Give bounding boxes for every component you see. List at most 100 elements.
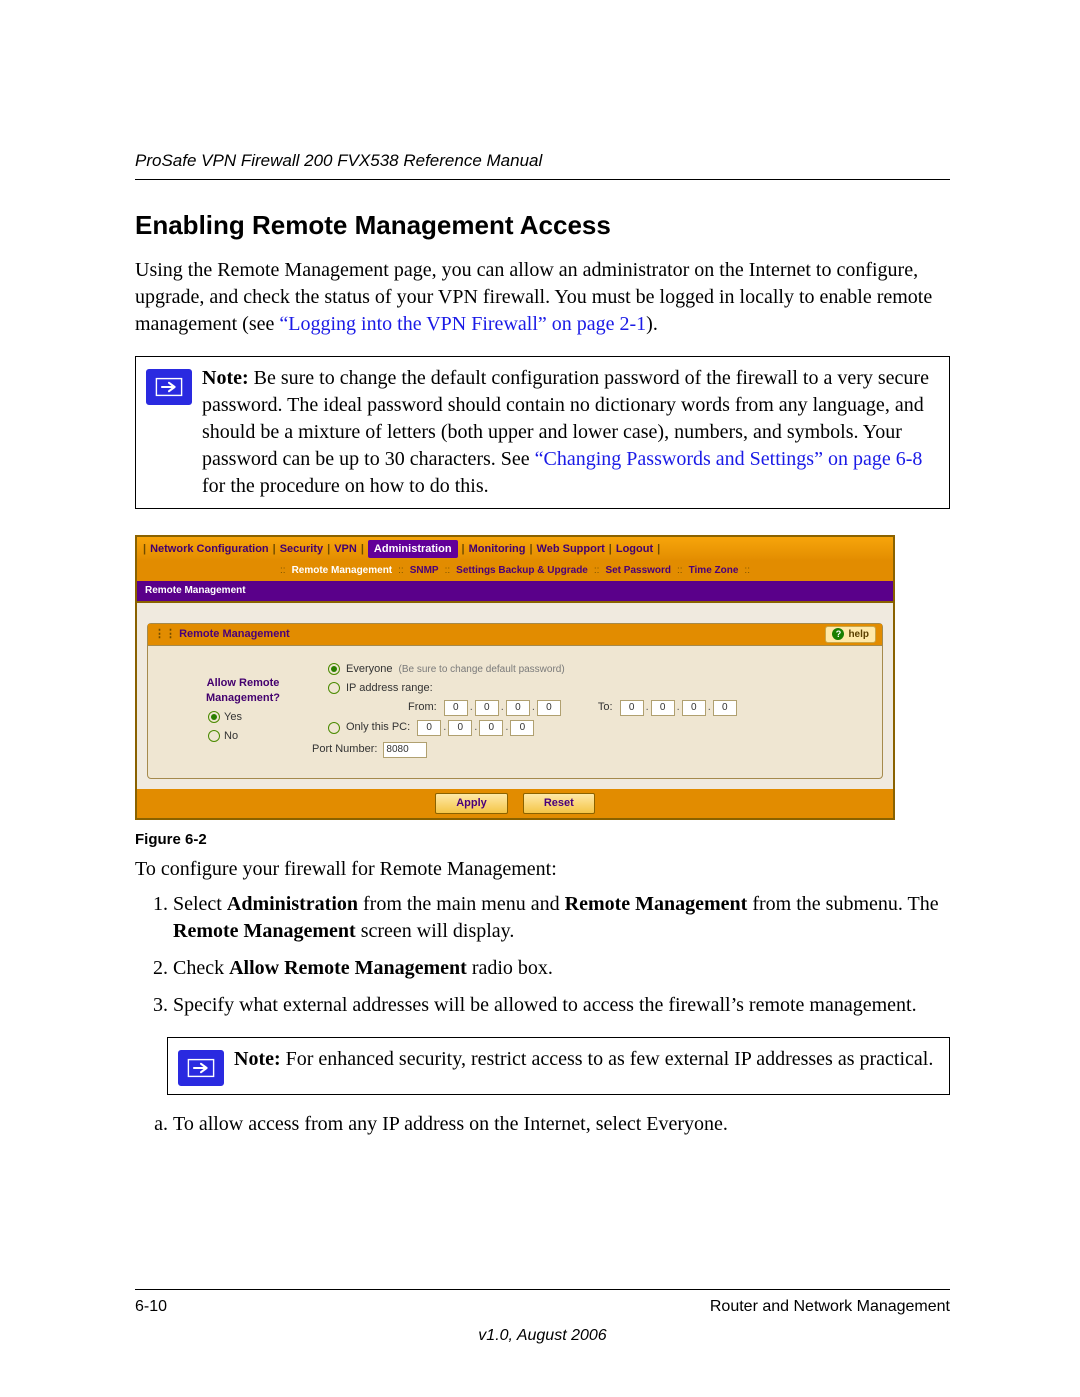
port-label: Port Number: [312, 742, 377, 757]
subtab-remote-management[interactable]: Remote Management [292, 564, 393, 578]
help-button[interactable]: ? help [825, 626, 876, 644]
tab-vpn[interactable]: VPN [334, 542, 357, 557]
tab-administration[interactable]: Administration [368, 540, 458, 559]
section-title: Enabling Remote Management Access [135, 208, 950, 243]
ip-from-1[interactable]: 0 [444, 700, 468, 716]
ip-to-2[interactable]: 0 [651, 700, 675, 716]
note-arrow-icon [146, 369, 192, 405]
note-label: Note: [234, 1048, 281, 1070]
tab-security[interactable]: Security [280, 542, 323, 557]
step1-b3: Remote Management [173, 920, 356, 942]
button-row: Apply Reset [137, 789, 893, 818]
panel-title-text: ⋮⋮ Remote Management [154, 627, 290, 642]
step1-mid2: from the submenu. The [747, 893, 938, 915]
footer-chapter: Router and Network Management [710, 1296, 950, 1318]
port-number-row: Port Number: 8080 [328, 742, 872, 758]
remote-management-panel: ⋮⋮ Remote Management ? help Allow Remote… [147, 623, 883, 779]
panel-area: ⋮⋮ Remote Management ? help Allow Remote… [137, 603, 893, 789]
steps-list: Select Administration from the main menu… [135, 891, 950, 1019]
step-2: Check Allow Remote Management radio box. [173, 955, 950, 982]
opt-range-label: IP address range: [346, 681, 433, 696]
substep-a: To allow access from any IP address on t… [173, 1111, 950, 1138]
access-options: Everyone (Be sure to change default pass… [328, 658, 872, 762]
xref-changing-passwords-link[interactable]: “Changing Passwords and Settings” on pag… [535, 448, 923, 470]
opt-only-pc-row: Only this PC: 0. 0. 0. 0 [328, 720, 872, 736]
opt-only-pc-label: Only this PC: [346, 720, 410, 735]
tab-separator: | [361, 542, 364, 557]
help-icon: ? [832, 628, 844, 640]
opt-everyone-hint: (Be sure to change default password) [398, 663, 564, 677]
breadcrumb: Remote Management [137, 581, 893, 603]
subtab-settings-backup[interactable]: Settings Backup & Upgrade [456, 564, 588, 578]
step1-mid1: from the main menu and [358, 893, 565, 915]
radio-ip-range[interactable] [328, 682, 340, 694]
allow-remote-question: Allow Remote Management? Yes No [158, 658, 328, 762]
step-3: Specify what external addresses will be … [173, 992, 950, 1019]
running-header: ProSafe VPN Firewall 200 FVX538 Referenc… [135, 150, 950, 180]
manual-page: ProSafe VPN Firewall 200 FVX538 Referenc… [0, 0, 1080, 1397]
note-box-security: Note: For enhanced security, restrict ac… [167, 1037, 950, 1095]
panel-body: Allow Remote Management? Yes No Everyone [148, 646, 882, 778]
intro-paragraph: Using the Remote Management page, you ca… [135, 257, 950, 338]
ip-from-3[interactable]: 0 [506, 700, 530, 716]
ip-only-1[interactable]: 0 [417, 720, 441, 736]
subtab-time-zone[interactable]: Time Zone [689, 564, 739, 578]
allow-remote-line1: Allow Remote [158, 676, 328, 691]
note-box-password: Note: Be sure to change the default conf… [135, 356, 950, 509]
substeps-list: To allow access from any IP address on t… [135, 1111, 950, 1138]
radio-no[interactable] [208, 730, 220, 742]
radio-everyone[interactable] [328, 663, 340, 675]
xref-login-link[interactable]: “Logging into the VPN Firewall” on page … [279, 313, 646, 335]
note-arrow-icon [178, 1050, 224, 1086]
tab-separator: | [609, 542, 612, 557]
tab-separator: | [657, 542, 660, 557]
step2-post: radio box. [467, 957, 553, 979]
ip-from-2[interactable]: 0 [475, 700, 499, 716]
ip-to-1[interactable]: 0 [620, 700, 644, 716]
step1-b1: Administration [227, 893, 358, 915]
ip-only-2[interactable]: 0 [448, 720, 472, 736]
ip-to-group: 0. 0. 0. 0 [619, 700, 738, 716]
note-body: For enhanced security, restrict access t… [281, 1048, 934, 1070]
radio-only-pc[interactable] [328, 722, 340, 734]
note-text: Note: For enhanced security, restrict ac… [234, 1046, 939, 1073]
port-input[interactable]: 8080 [383, 742, 427, 758]
tab-separator: | [143, 542, 146, 557]
footer-line: 6-10 Router and Network Management [135, 1289, 950, 1318]
ip-only-3[interactable]: 0 [479, 720, 503, 736]
ip-from-group: 0. 0. 0. 0 [443, 700, 562, 716]
opt-everyone-row: Everyone (Be sure to change default pass… [328, 662, 872, 677]
radio-yes[interactable] [208, 711, 220, 723]
step-1: Select Administration from the main menu… [173, 891, 950, 945]
apply-button[interactable]: Apply [435, 793, 508, 814]
opt-everyone-label: Everyone [346, 662, 392, 677]
router-screenshot: | Network Configuration | Security | VPN… [135, 535, 895, 820]
note-label: Note: [202, 367, 249, 389]
subtab-dot: :: [280, 564, 286, 578]
subtab-dot: :: [594, 564, 600, 578]
ip-only-group: 0. 0. 0. 0 [416, 720, 535, 736]
subtab-set-password[interactable]: Set Password [605, 564, 671, 578]
ip-to-4[interactable]: 0 [713, 700, 737, 716]
step2-b: Allow Remote Management [229, 957, 467, 979]
reset-button[interactable]: Reset [523, 793, 595, 814]
main-tabstrip: | Network Configuration | Security | VPN… [137, 537, 893, 561]
ip-only-4[interactable]: 0 [510, 720, 534, 736]
tab-network-configuration[interactable]: Network Configuration [150, 542, 269, 557]
tab-separator: | [462, 542, 465, 557]
tab-monitoring[interactable]: Monitoring [469, 542, 526, 557]
subtab-dot: :: [445, 564, 451, 578]
step1-b2: Remote Management [565, 893, 748, 915]
tab-logout[interactable]: Logout [616, 542, 653, 557]
note-text: Note: Be sure to change the default conf… [202, 365, 939, 500]
step1-pre: Select [173, 893, 227, 915]
subtab-snmp[interactable]: SNMP [410, 564, 439, 578]
ip-to-3[interactable]: 0 [682, 700, 706, 716]
tab-web-support[interactable]: Web Support [537, 542, 605, 557]
to-label: To: [598, 700, 613, 715]
step2-pre: Check [173, 957, 229, 979]
opt-range-inputs: From: 0. 0. 0. 0 To: 0. 0. 0. [328, 700, 872, 716]
ip-from-4[interactable]: 0 [537, 700, 561, 716]
step1-post: screen will display. [356, 920, 515, 942]
from-label: From: [408, 700, 437, 715]
